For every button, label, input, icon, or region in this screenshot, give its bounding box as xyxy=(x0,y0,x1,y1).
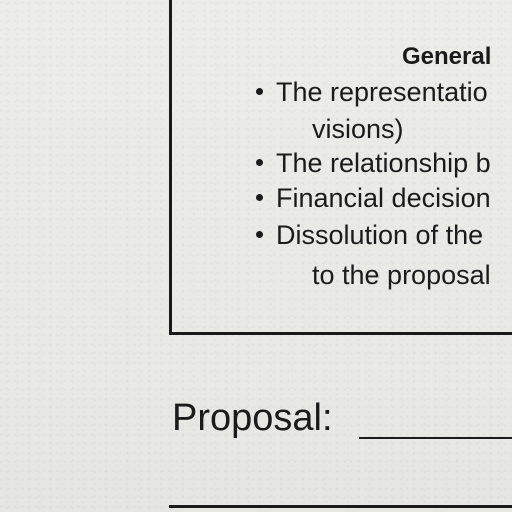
document-page: General The representatio visions) The r… xyxy=(0,0,512,512)
list-item-line: The relationship b xyxy=(276,148,491,178)
proposal-label: Proposal: xyxy=(172,397,333,439)
proposal-input-line[interactable] xyxy=(359,437,512,439)
bullet-icon xyxy=(256,88,263,95)
bullet-icon xyxy=(256,159,263,166)
bullet-icon xyxy=(256,194,263,201)
list-item-line: The representatio xyxy=(276,77,488,107)
list-item-line: to the proposal xyxy=(312,260,491,290)
general-heading: General xyxy=(402,43,492,70)
list-item-line: visions) xyxy=(312,114,404,144)
bullet-icon xyxy=(256,231,263,238)
list-item-line: Financial decision xyxy=(276,183,491,213)
list-item-line: Dissolution of the xyxy=(276,220,484,250)
bottom-rule xyxy=(169,505,512,508)
